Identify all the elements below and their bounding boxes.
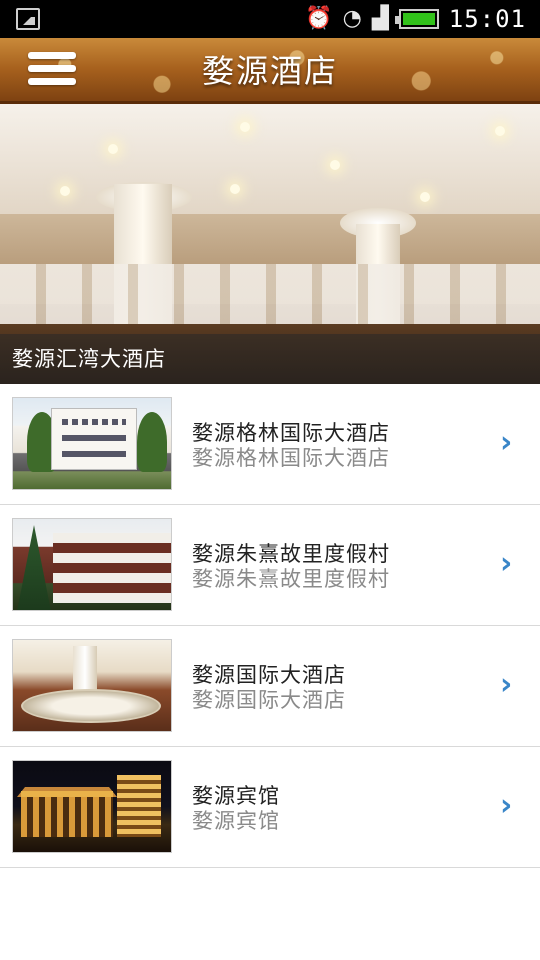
hotel-subtitle: 婺源格林国际大酒店 [192,446,390,470]
chevron-right-icon: › [500,667,513,702]
status-bar: ⏰ ◔ ▟ 15:01 [0,0,540,38]
battery-icon [394,9,439,29]
hotel-list: 婺源格林国际大酒店 婺源格林国际大酒店 › 婺源朱熹故里度假村 婺源朱熹故里度假… [0,384,540,868]
wifi-icon: ◔ [342,6,362,31]
hotel-name: 婺源朱熹故里度假村 [192,542,390,566]
list-item[interactable]: 婺源国际大酒店 婺源国际大酒店 › [0,626,540,747]
hotel-name: 婺源国际大酒店 [192,663,346,687]
list-item[interactable]: 婺源宾馆 婺源宾馆 › [0,747,540,868]
title-bar: 婺源酒店 [0,38,540,104]
hotel-thumbnail [12,518,172,611]
hotel-subtitle: 婺源国际大酒店 [192,688,346,712]
hotel-thumbnail [12,760,172,853]
image-icon [16,8,40,30]
alarm-icon: ⏰ [305,6,333,31]
hotel-subtitle: 婺源朱熹故里度假村 [192,567,390,591]
hotel-name: 婺源宾馆 [192,784,280,808]
hotel-subtitle: 婺源宾馆 [192,809,280,833]
list-item[interactable]: 婺源格林国际大酒店 婺源格林国际大酒店 › [0,384,540,505]
page-title: 婺源酒店 [201,52,338,90]
status-icons: ⏰ ◔ ▟ 15:01 [305,4,526,34]
hotel-thumbnail [12,639,172,732]
featured-banner[interactable]: 婺源汇湾大酒店 [0,104,540,384]
chevron-right-icon: › [500,546,513,581]
hotel-thumbnail [12,397,172,490]
status-time: 15:01 [448,5,526,33]
signal-icon: ▟ [371,6,389,31]
hotel-name: 婺源格林国际大酒店 [192,421,390,445]
chevron-right-icon: › [500,788,513,823]
banner-image [0,104,540,214]
list-item[interactable]: 婺源朱熹故里度假村 婺源朱熹故里度假村 › [0,505,540,626]
chevron-right-icon: › [500,425,513,460]
banner-caption: 婺源汇湾大酒店 [0,334,540,384]
